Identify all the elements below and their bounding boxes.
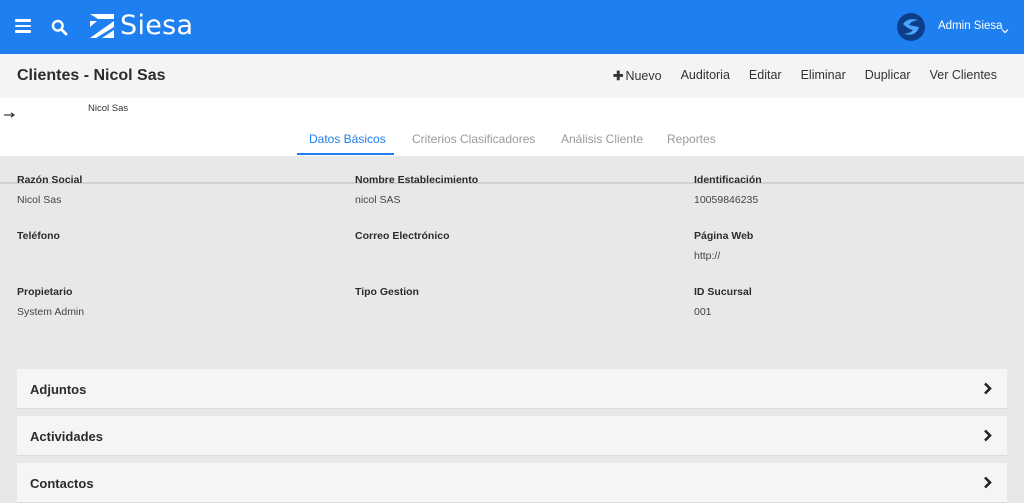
field-razon-social: Razón Social Nicol Sas: [17, 174, 82, 206]
page-title: Clientes - Nicol Sas: [17, 67, 166, 84]
field-tipo-gestion: Tipo Gestion: [355, 286, 419, 306]
panel-title: Actividades: [30, 429, 103, 444]
page-header: Clientes - Nicol Sas ✚ Nuevo Auditoria Ed…: [0, 54, 1024, 98]
field-identificacion: Identificación 10059846235: [694, 174, 762, 206]
header-actions: ✚ Nuevo Auditoria Editar Eliminar Duplica…: [594, 68, 997, 83]
field-label: Tipo Gestion: [355, 286, 419, 298]
field-nombre-establecimiento: Nombre Establecimiento nicol SAS: [355, 174, 478, 206]
tab-analisis-cliente[interactable]: Análisis Cliente: [561, 132, 643, 146]
field-value: System Admin: [17, 306, 85, 318]
panel-title: Contactos: [30, 476, 94, 491]
field-propietario: Propietario System Admin: [17, 286, 84, 318]
edit-button[interactable]: Editar: [749, 68, 782, 83]
field-label: ID Sucursal: [694, 286, 752, 298]
field-value: 001: [694, 306, 712, 318]
breadcrumb[interactable]: Nicol Sas: [88, 103, 128, 114]
chevron-right-icon[interactable]: [983, 382, 992, 395]
field-label: Nombre Establecimiento: [355, 174, 479, 186]
field-value: 10059846235: [694, 194, 759, 206]
tab-criterios-clasificadores[interactable]: Criterios Clasificadores: [412, 132, 535, 146]
field-telefono: Teléfono: [17, 230, 60, 250]
panel-actividades[interactable]: Actividades: [17, 416, 1007, 456]
new-button[interactable]: ✚ Nuevo: [613, 68, 662, 83]
brand-name: Siesa: [120, 10, 194, 41]
field-label: Propietario: [17, 286, 73, 298]
plus-icon: ✚: [612, 69, 624, 83]
user-avatar[interactable]: [896, 12, 926, 42]
panel-title: Adjuntos: [30, 382, 87, 397]
siesa-logo-icon[interactable]: [88, 12, 116, 40]
field-label: Página Web: [694, 230, 754, 242]
chevron-right-icon[interactable]: [983, 476, 992, 489]
field-label: Identificación: [694, 174, 762, 186]
arrow-right-icon[interactable]: [4, 105, 16, 118]
delete-button[interactable]: Eliminar: [801, 68, 846, 83]
user-menu[interactable]: Admin Siesa: [938, 20, 1003, 32]
field-value: Nicol Sas: [17, 194, 62, 206]
field-value: nicol SAS: [355, 194, 401, 206]
field-id-sucursal: ID Sucursal 001: [694, 286, 752, 318]
field-label: Razón Social: [17, 174, 83, 186]
active-tab-indicator: [297, 153, 394, 155]
panel-contactos[interactable]: Contactos: [17, 463, 1007, 503]
chevron-right-icon[interactable]: [983, 429, 992, 442]
hamburger-icon[interactable]: [15, 19, 31, 33]
top-navigation-bar: Siesa Admin Siesa: [0, 0, 1024, 54]
tab-datos-basicos[interactable]: Datos Básicos: [309, 132, 386, 146]
audit-button[interactable]: Auditoria: [681, 68, 730, 83]
tab-bar: Datos Básicos Criterios Clasificadores A…: [0, 126, 1024, 184]
breadcrumb-area: Nicol Sas Datos Básicos Criterios Clasif…: [0, 98, 1024, 184]
search-icon[interactable]: [51, 19, 68, 36]
field-value[interactable]: http://: [694, 250, 753, 262]
panel-adjuntos[interactable]: Adjuntos: [17, 369, 1007, 409]
duplicate-button[interactable]: Duplicar: [865, 68, 911, 83]
field-label: Correo Electrónico: [355, 230, 450, 242]
field-correo-electronico: Correo Electrónico: [355, 230, 450, 250]
tab-reportes[interactable]: Reportes: [667, 132, 716, 146]
chevron-down-icon[interactable]: [1001, 22, 1009, 34]
basic-data-section: Razón Social Nicol Sas Nombre Establecim…: [0, 156, 1024, 366]
view-clients-button[interactable]: Ver Clientes: [930, 68, 997, 83]
new-button-label: Nuevo: [625, 69, 662, 83]
field-pagina-web: Página Web http://: [694, 230, 753, 262]
field-label: Teléfono: [17, 230, 60, 242]
